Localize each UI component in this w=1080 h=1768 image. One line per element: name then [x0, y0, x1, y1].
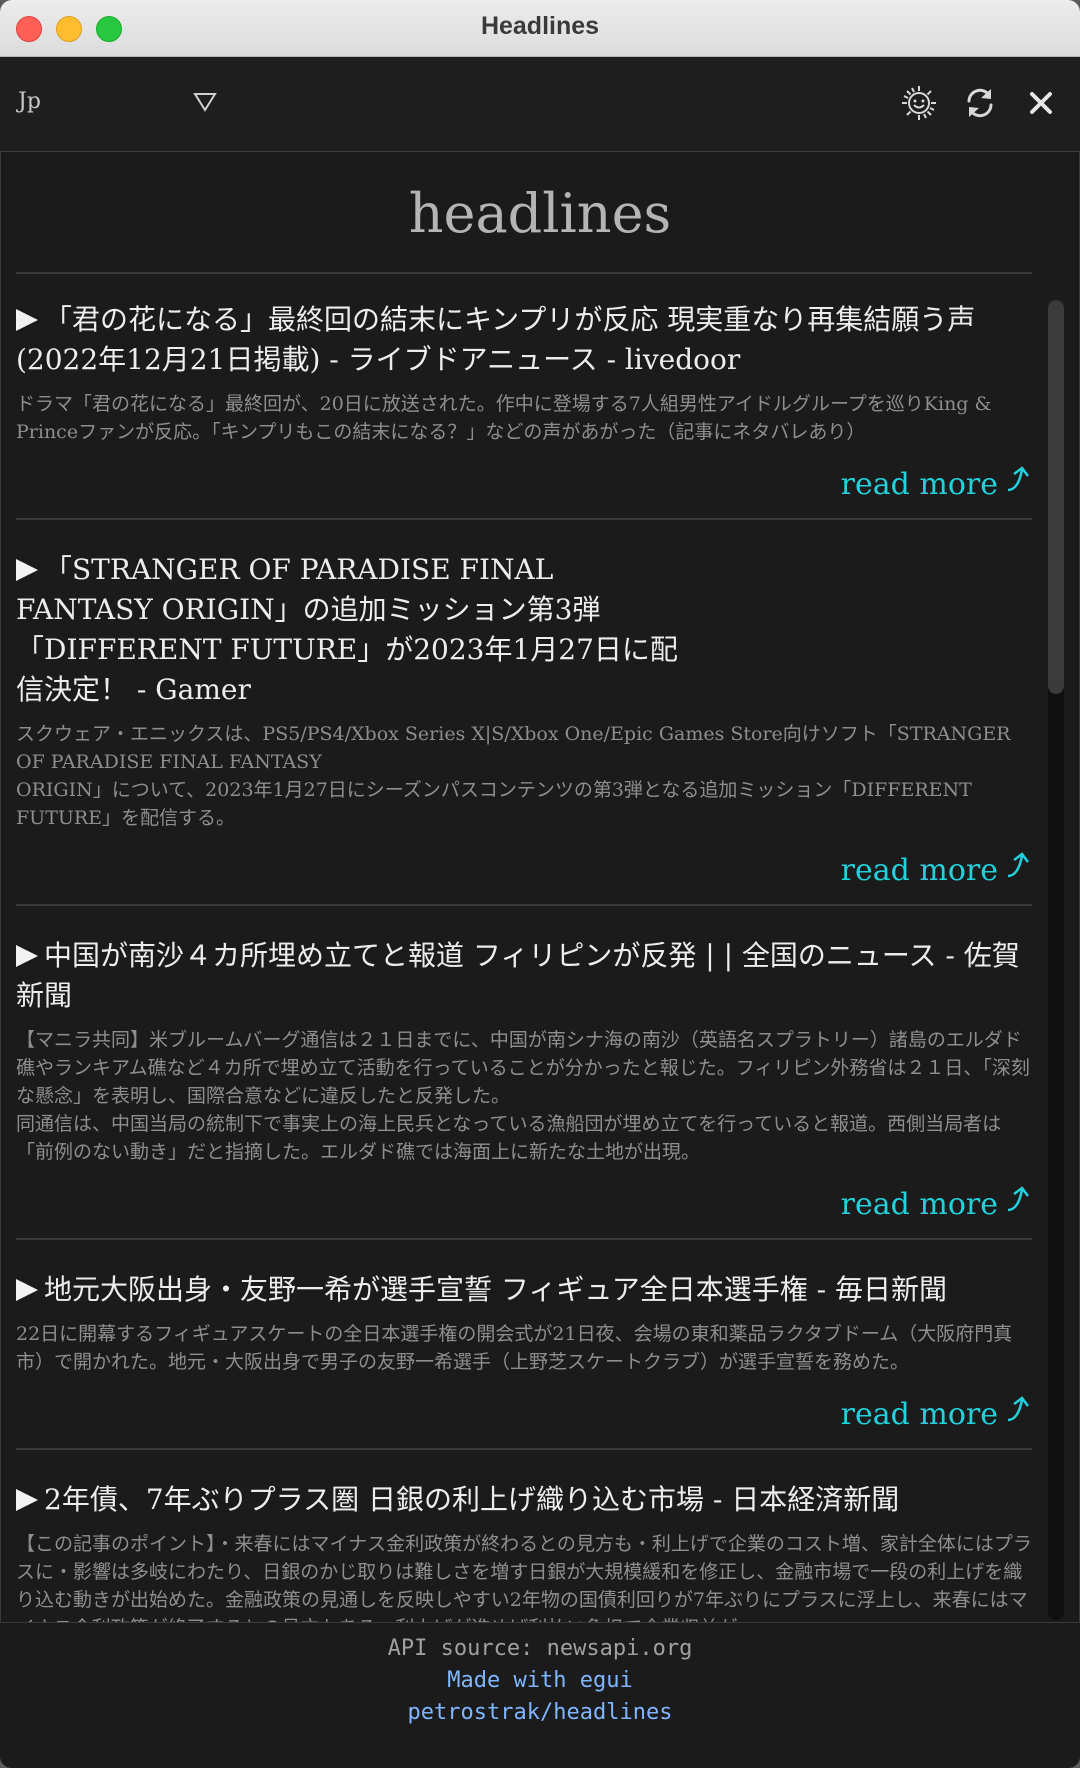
heading-divider [16, 272, 1032, 274]
top-panel: Jp [0, 57, 1080, 152]
read-more-link[interactable]: read more [841, 852, 1032, 888]
article-divider [16, 1238, 1032, 1240]
collapse-triangle-icon[interactable] [16, 945, 38, 967]
close-icon [1030, 92, 1052, 114]
article-item: 2年債、7年ぶりプラス圏 日銀の利上げ織り込む市場 - 日本経済新聞 【この記事… [16, 1480, 1032, 1622]
repo-link[interactable]: petrostrak/headlines [0, 1697, 1080, 1729]
article-title: 地元大阪出身・友野一希が選手宣誓 フィギュア全日本選手権 - 毎日新聞 [16, 1270, 1032, 1310]
theme-toggle-button[interactable] [897, 81, 941, 125]
scrollbar[interactable] [1048, 300, 1064, 1620]
close-button[interactable] [1019, 81, 1063, 125]
app-window: Headlines Jp headlines 「君の花になる」最終回の結末にキン… [0, 0, 1080, 1768]
article-title: 「君の花になる」最終回の結末にキンプリが反応 現実重なり再集結願う声(2022年… [16, 303, 976, 376]
refresh-icon [967, 88, 993, 118]
article-list: 「君の花になる」最終回の結末にキンプリが反応 現実重なり再集結願う声(2022年… [16, 300, 1032, 1622]
window-title: Headlines [480, 12, 600, 40]
arrow-up-right-icon [1007, 1396, 1029, 1422]
page-heading: headlines [408, 182, 672, 245]
country-select-value: Jp [18, 89, 41, 114]
article-item: 「STRANGER OF PARADISE FINAL FANTASY ORIG… [16, 550, 1032, 906]
article-title: 中国が南沙４カ所埋め立てと報道 フィリピンが反発 | | 全国のニュース - 佐… [16, 939, 1020, 1012]
title-bar[interactable]: Headlines [0, 0, 1080, 57]
refresh-button[interactable] [958, 81, 1002, 125]
article-description: 22日に開幕するフィギュアスケートの全日本選手権の開会式が21日夜、会場の東和薬… [16, 1323, 1013, 1373]
article-item: 「君の花になる」最終回の結末にキンプリが反応 現実重なり再集結願う声(2022年… [16, 300, 1032, 520]
collapse-triangle-icon[interactable] [16, 309, 38, 331]
scrollbar-thumb[interactable] [1048, 300, 1064, 694]
chevron-down-icon [193, 93, 217, 112]
article-description: ドラマ「君の花になる」最終回が、20日に放送された。作中に登場する7人組男性アイ… [16, 393, 992, 443]
article-description: スクウェア・エニックスは、PS5/PS4/Xbox Series X|S/Xbo… [16, 723, 1011, 829]
sun-icon [902, 86, 936, 120]
arrow-up-right-icon [1007, 466, 1029, 492]
egui-link[interactable]: Made with egui [0, 1665, 1080, 1697]
article-description: 【マニラ共同】米ブルームバーグ通信は２１日までに、中国が南シナ海の南沙（英語名ス… [16, 1029, 1030, 1163]
read-more-link[interactable]: read more [841, 1396, 1032, 1432]
article-title: 「STRANGER OF PARADISE FINAL FANTASY ORIG… [16, 553, 678, 706]
collapse-triangle-icon[interactable] [16, 1489, 38, 1511]
collapse-triangle-icon[interactable] [16, 559, 38, 581]
collapse-triangle-icon[interactable] [16, 1279, 38, 1301]
article-title: 2年債、7年ぶりプラス圏 日銀の利上げ織り込む市場 - 日本経済新聞 [16, 1480, 1032, 1520]
read-more-link[interactable]: read more [841, 1186, 1032, 1222]
article-divider [16, 1448, 1032, 1450]
api-source-label: API source: newsapi.org [387, 1636, 693, 1661]
read-more-link[interactable]: read more [841, 466, 1032, 502]
article-description: 【この記事のポイント】・来春にはマイナス金利政策が終わるとの見方も・利上げで企業… [16, 1533, 1032, 1622]
article-item: 地元大阪出身・友野一希が選手宣誓 フィギュア全日本選手権 - 毎日新聞 22日に… [16, 1270, 1032, 1450]
arrow-up-right-icon [1007, 852, 1029, 878]
country-select[interactable]: Jp [10, 79, 220, 125]
article-divider [16, 518, 1032, 520]
article-item: 中国が南沙４カ所埋め立てと報道 フィリピンが反発 | | 全国のニュース - 佐… [16, 936, 1032, 1240]
articles-scroll-area[interactable]: 「君の花になる」最終回の結末にキンプリが反応 現実重なり再集結願う声(2022年… [0, 276, 1080, 1622]
arrow-up-right-icon [1007, 1186, 1029, 1212]
footer: API source: newsapi.org Made with egui p… [0, 1622, 1080, 1768]
article-divider [16, 904, 1032, 906]
